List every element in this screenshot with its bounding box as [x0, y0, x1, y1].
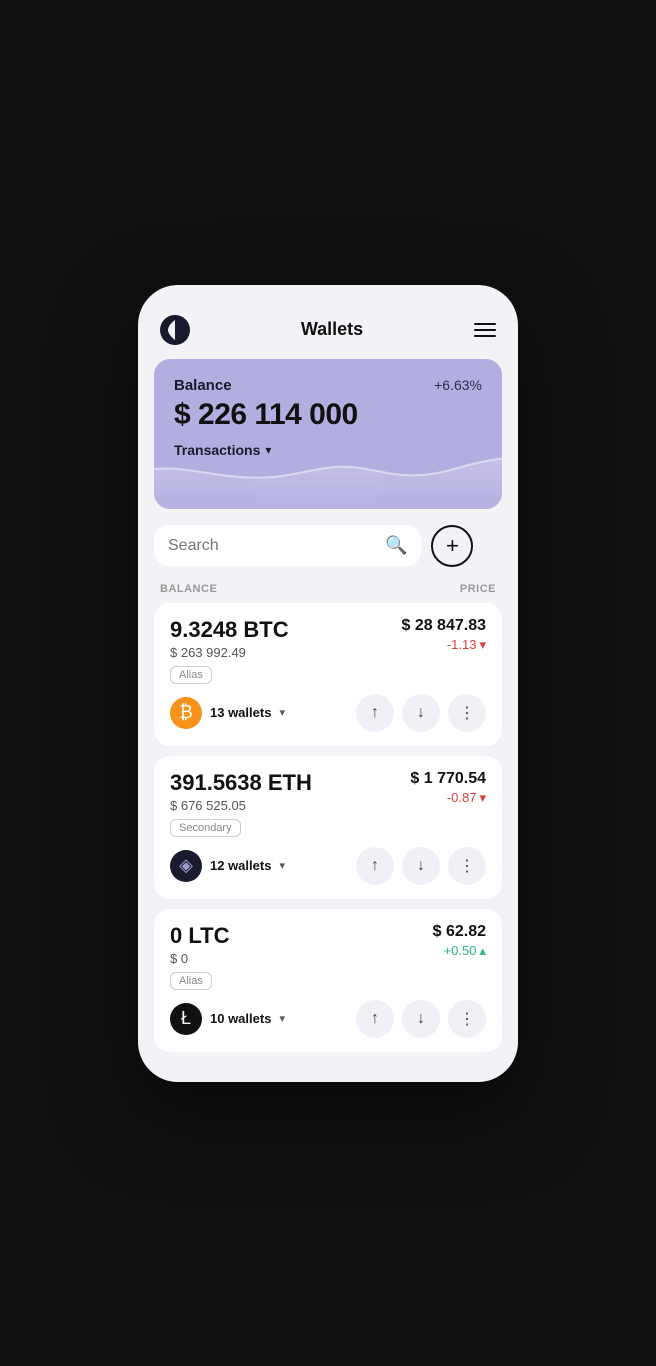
balance-column-header: BALANCE	[160, 583, 217, 595]
wallet-info-btc: ₿ 13 wallets ▾	[170, 697, 285, 729]
search-bar: 🔍	[154, 525, 421, 566]
asset-right-btc: $ 28 847.83 -1.13 ▾	[401, 617, 486, 653]
page-title: Wallets	[301, 319, 363, 340]
header: Wallets	[138, 305, 518, 359]
wallet-chevron-eth[interactable]: ▾	[279, 859, 285, 872]
asset-left-eth: 391.5638 ETH $ 676 525.05 Secondary	[170, 770, 312, 837]
ltc-logo-icon: Ł	[170, 1003, 202, 1035]
asset-amount-eth: 391.5638 ETH	[170, 770, 312, 796]
phone-container: Wallets Balance +6.63% $ 226 114 000 Tra…	[138, 285, 518, 1082]
menu-button[interactable]	[474, 323, 496, 337]
balance-card: Balance +6.63% $ 226 114 000 Transaction…	[154, 359, 502, 509]
action-buttons-btc: ↑ ↓ ⋮	[356, 694, 486, 732]
asset-price-ltc: $ 62.82	[433, 923, 486, 941]
asset-left-ltc: 0 LTC $ 0 Alias	[170, 923, 229, 990]
asset-top-ltc: 0 LTC $ 0 Alias $ 62.82 +0.50 ▴	[170, 923, 486, 990]
more-button-btc[interactable]: ⋮	[448, 694, 486, 732]
asset-top-eth: 391.5638 ETH $ 676 525.05 Secondary $ 1 …	[170, 770, 486, 837]
balance-label: Balance	[174, 377, 232, 394]
send-button-btc[interactable]: ↑	[356, 694, 394, 732]
asset-price-btc: $ 28 847.83	[401, 617, 486, 635]
action-buttons-ltc: ↑ ↓ ⋮	[356, 1000, 486, 1038]
btc-logo-icon: ₿	[170, 697, 202, 729]
send-button-eth[interactable]: ↑	[356, 847, 394, 885]
asset-card-eth: 391.5638 ETH $ 676 525.05 Secondary $ 1 …	[154, 756, 502, 899]
wallet-chevron-ltc[interactable]: ▾	[279, 1012, 285, 1025]
change-arrow-eth: ▾	[479, 790, 486, 806]
wallet-info-eth: ◈ 12 wallets ▾	[170, 850, 285, 882]
asset-usd-ltc: $ 0	[170, 951, 229, 966]
receive-button-eth[interactable]: ↓	[402, 847, 440, 885]
wallet-count-ltc: 10 wallets	[210, 1011, 271, 1026]
wallet-chevron-btc[interactable]: ▾	[279, 706, 285, 719]
asset-bottom-eth: ◈ 12 wallets ▾ ↑ ↓ ⋮	[170, 847, 486, 885]
asset-bottom-ltc: Ł 10 wallets ▾ ↑ ↓ ⋮	[170, 1000, 486, 1038]
asset-usd-btc: $ 263 992.49	[170, 645, 289, 660]
asset-amount-btc: 9.3248 BTC	[170, 617, 289, 643]
asset-alias-btc: Alias	[170, 666, 212, 684]
change-arrow-btc: ▾	[479, 637, 486, 653]
asset-usd-eth: $ 676 525.05	[170, 798, 312, 813]
search-icon: 🔍	[385, 535, 407, 556]
wallet-info-ltc: Ł 10 wallets ▾	[170, 1003, 285, 1035]
assets-list: 9.3248 BTC $ 263 992.49 Alias $ 28 847.8…	[138, 603, 518, 1052]
receive-button-btc[interactable]: ↓	[402, 694, 440, 732]
receive-button-ltc[interactable]: ↓	[402, 1000, 440, 1038]
add-wallet-button[interactable]: +	[431, 525, 473, 567]
eth-logo-icon: ◈	[170, 850, 202, 882]
app-logo-icon	[160, 315, 190, 345]
balance-chart	[154, 439, 502, 509]
asset-card-btc: 9.3248 BTC $ 263 992.49 Alias $ 28 847.8…	[154, 603, 502, 746]
wallet-count-btc: 13 wallets	[210, 705, 271, 720]
change-arrow-ltc: ▴	[479, 943, 486, 959]
asset-price-eth: $ 1 770.54	[410, 770, 486, 788]
asset-top-btc: 9.3248 BTC $ 263 992.49 Alias $ 28 847.8…	[170, 617, 486, 684]
asset-change-ltc: +0.50 ▴	[433, 943, 486, 959]
balance-amount: $ 226 114 000	[174, 398, 482, 432]
more-button-ltc[interactable]: ⋮	[448, 1000, 486, 1038]
action-buttons-eth: ↑ ↓ ⋮	[356, 847, 486, 885]
asset-change-btc: -1.13 ▾	[401, 637, 486, 653]
asset-right-ltc: $ 62.82 +0.50 ▴	[433, 923, 486, 959]
send-button-ltc[interactable]: ↑	[356, 1000, 394, 1038]
asset-change-eth: -0.87 ▾	[410, 790, 486, 806]
search-input[interactable]	[168, 537, 375, 555]
search-section: 🔍 +	[138, 525, 518, 577]
price-column-header: PRICE	[460, 583, 496, 595]
more-button-eth[interactable]: ⋮	[448, 847, 486, 885]
asset-left-btc: 9.3248 BTC $ 263 992.49 Alias	[170, 617, 289, 684]
asset-amount-ltc: 0 LTC	[170, 923, 229, 949]
search-row: 🔍 +	[154, 525, 502, 567]
balance-percentage: +6.63%	[434, 377, 482, 393]
balance-top-row: Balance +6.63%	[174, 377, 482, 394]
column-headers: BALANCE PRICE	[138, 577, 518, 603]
asset-bottom-btc: ₿ 13 wallets ▾ ↑ ↓ ⋮	[170, 694, 486, 732]
wallet-count-eth: 12 wallets	[210, 858, 271, 873]
asset-right-eth: $ 1 770.54 -0.87 ▾	[410, 770, 486, 806]
asset-alias-ltc: Alias	[170, 972, 212, 990]
asset-alias-eth: Secondary	[170, 819, 241, 837]
asset-card-ltc: 0 LTC $ 0 Alias $ 62.82 +0.50 ▴ Ł 10 wal…	[154, 909, 502, 1052]
